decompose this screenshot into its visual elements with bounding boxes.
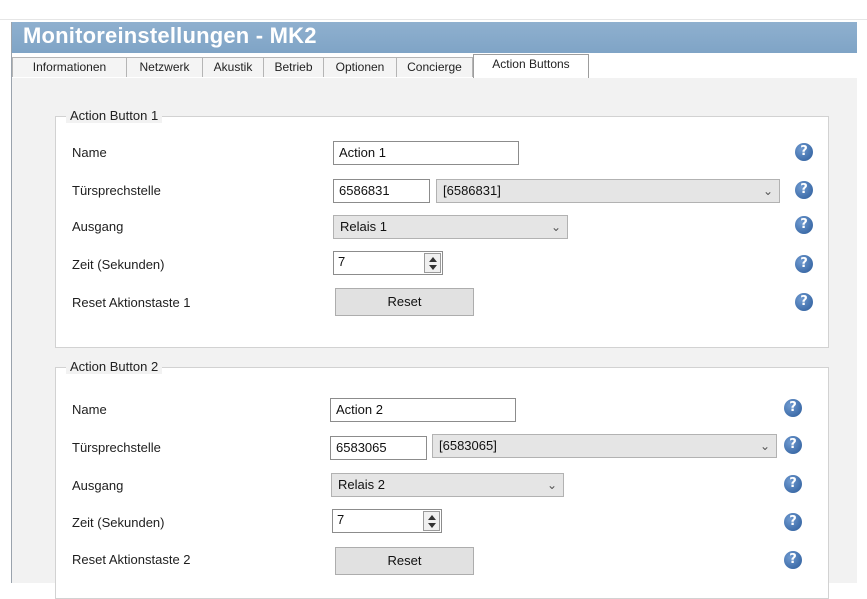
tab-optionen[interactable]: Optionen <box>323 57 397 77</box>
output-select[interactable]: Relais 1 ⌄ <box>333 215 568 239</box>
time-value: 7 <box>338 254 346 269</box>
time-label: Zeit (Sekunden) <box>72 515 165 530</box>
time-stepper[interactable]: 7 <box>333 251 443 275</box>
background-strip <box>0 0 867 20</box>
time-stepper[interactable]: 7 <box>332 509 442 533</box>
group-title: Action Button 1 <box>66 108 163 123</box>
reset-button[interactable]: Reset <box>335 547 474 575</box>
spinner-arrows-icon[interactable] <box>424 253 441 273</box>
spin-up-arrow[interactable] <box>428 515 436 520</box>
help-icon[interactable]: ? <box>795 143 813 161</box>
tab-content: Action Button 1 Name Action 1 ? Türsprec… <box>12 78 857 599</box>
output-select-value: Relais 1 <box>340 219 387 234</box>
door-station-id-input[interactable]: 6583065 <box>330 436 427 460</box>
name-label: Name <box>72 402 107 417</box>
reset-label: Reset Aktionstaste 2 <box>72 552 191 567</box>
action-button-1-group: Action Button 1 Name Action 1 ? Türsprec… <box>55 108 829 348</box>
chevron-down-icon: ⌄ <box>550 220 561 234</box>
help-icon[interactable]: ? <box>795 293 813 311</box>
help-icon[interactable]: ? <box>784 513 802 531</box>
door-station-label: Türsprechstelle <box>72 440 161 455</box>
help-icon[interactable]: ? <box>784 399 802 417</box>
help-icon[interactable]: ? <box>795 181 813 199</box>
spin-down-arrow[interactable] <box>428 523 436 528</box>
help-icon[interactable]: ? <box>784 475 802 493</box>
chevron-down-icon: ⌄ <box>762 184 773 198</box>
spinner-arrows-icon[interactable] <box>423 511 440 531</box>
reset-button[interactable]: Reset <box>335 288 474 316</box>
door-station-select-value: [6586831] <box>443 183 501 198</box>
door-station-select-value: [6583065] <box>439 438 497 453</box>
time-value: 7 <box>337 512 345 527</box>
tab-netzwerk[interactable]: Netzwerk <box>126 57 203 77</box>
tab-informationen[interactable]: Informationen <box>12 57 127 77</box>
output-select-value: Relais 2 <box>338 477 385 492</box>
chevron-down-icon: ⌄ <box>759 439 770 453</box>
group-title: Action Button 2 <box>66 359 163 374</box>
help-icon[interactable]: ? <box>784 436 802 454</box>
tab-strip: Informationen Netzwerk Akustik Betrieb O… <box>12 53 857 79</box>
background-divider <box>0 19 867 20</box>
tab-action-buttons[interactable]: Action Buttons <box>473 54 589 79</box>
help-icon[interactable]: ? <box>795 255 813 273</box>
spin-up-arrow[interactable] <box>429 257 437 262</box>
settings-window: Monitoreinstellungen - MK2 Informationen… <box>11 22 857 599</box>
tab-concierge[interactable]: Concierge <box>396 57 473 77</box>
help-icon[interactable]: ? <box>784 551 802 569</box>
tab-akustik[interactable]: Akustik <box>202 57 264 77</box>
output-label: Ausgang <box>72 478 124 493</box>
output-label: Ausgang <box>72 219 124 234</box>
spin-down-arrow[interactable] <box>429 265 437 270</box>
name-input[interactable]: Action 1 <box>333 141 519 165</box>
name-label: Name <box>72 145 107 160</box>
reset-label: Reset Aktionstaste 1 <box>72 295 191 310</box>
name-input[interactable]: Action 2 <box>330 398 516 422</box>
door-station-id-input[interactable]: 6586831 <box>333 179 430 203</box>
chevron-down-icon: ⌄ <box>546 478 557 492</box>
output-select[interactable]: Relais 2 ⌄ <box>331 473 564 497</box>
door-station-label: Türsprechstelle <box>72 183 161 198</box>
time-label: Zeit (Sekunden) <box>72 257 165 272</box>
tab-betrieb[interactable]: Betrieb <box>263 57 324 77</box>
window-titlebar: Monitoreinstellungen - MK2 <box>12 22 857 53</box>
window-title: Monitoreinstellungen - MK2 <box>23 23 317 48</box>
action-button-2-group: Action Button 2 Name Action 2 ? Türsprec… <box>55 359 829 599</box>
door-station-select[interactable]: [6586831] ⌄ <box>436 179 780 203</box>
help-icon[interactable]: ? <box>795 216 813 234</box>
door-station-select[interactable]: [6583065] ⌄ <box>432 434 777 458</box>
